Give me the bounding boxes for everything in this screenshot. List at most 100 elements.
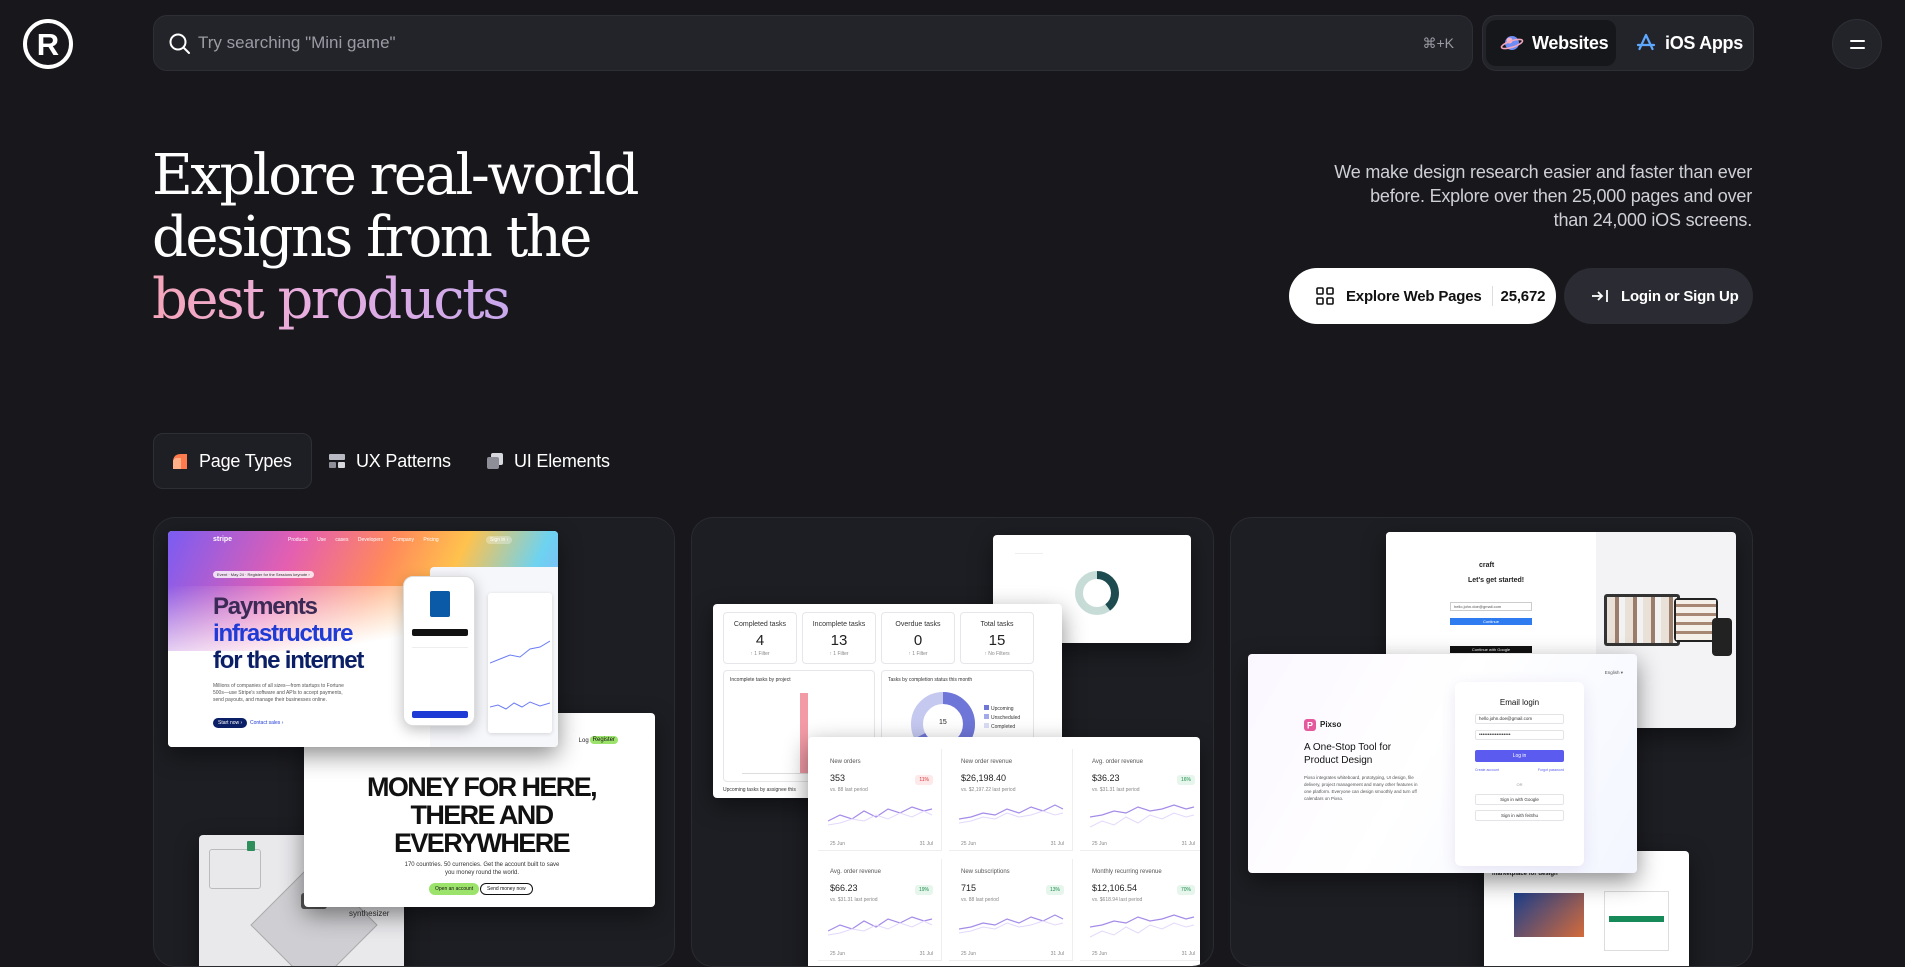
axis-end: 31 Jul [919, 841, 933, 847]
language-select[interactable]: English ▾ [1605, 670, 1623, 676]
design-card-pixso[interactable]: craft Let's get started! hello.john.doe@… [1230, 517, 1753, 967]
feishu-signin-button[interactable]: Sign in with feiShu [1475, 810, 1564, 821]
google-signin-button[interactable]: Sign in with Google [1475, 794, 1564, 805]
metric-value: $36.23 [1092, 773, 1120, 783]
page-types-icon [173, 454, 187, 469]
metric-label: Monthly recurring revenue [1092, 869, 1162, 875]
nav-item[interactable]: Use cases [317, 537, 348, 543]
login-signup-button[interactable]: Login or Sign Up [1564, 268, 1753, 324]
explore-label: Explore Web Pages [1346, 287, 1482, 305]
product-image [430, 591, 450, 617]
menu-button[interactable] [1832, 19, 1882, 69]
stat-value: 13 [830, 632, 848, 649]
pixso-password-field[interactable]: •••••••••••••••••• [1475, 730, 1564, 740]
metric-sub: vs. 88 last period [830, 787, 868, 793]
metric-value: $12,106.54 [1092, 883, 1138, 893]
legend-item: Upcoming [984, 705, 1020, 714]
websites-toggle[interactable]: Websites [1486, 20, 1616, 66]
chart-title: Tasks by completion status this month [888, 677, 973, 683]
nav-item[interactable]: Pricing [423, 537, 438, 543]
metric-axis: 25 Jun 31 Jul [830, 951, 933, 957]
ios-apps-toggle[interactable]: iOS Apps [1621, 20, 1751, 66]
device-screen [1676, 600, 1716, 640]
pixso-email-field[interactable]: hello.john.doe@gmail.com [1475, 714, 1564, 724]
axis-start: 25 Jun [830, 951, 846, 957]
metric-badge: 70% [1176, 885, 1195, 895]
metric-sub: vs. $2,197.22 last period [961, 787, 1016, 793]
design-card-stripe[interactable]: synthesizer Log in Register MONEY FOR HE… [153, 517, 675, 967]
metric-value: 715 [961, 883, 977, 893]
metric-card: Avg. order revenue $36.23 vs. $31.31 last … [1080, 749, 1200, 851]
hero-title-line-2: designs from the [152, 205, 592, 270]
search-input[interactable] [198, 16, 1318, 70]
axis-start: 25 Jun [961, 951, 977, 957]
stripe-logo: stripe [213, 536, 233, 543]
tab-ux-patterns[interactable]: UX Patterns [328, 433, 468, 489]
axis-end: 31 Jul [919, 951, 933, 957]
metric-sub: vs. 88 last period [961, 897, 999, 903]
craft-continue[interactable]: Continue [1450, 618, 1532, 625]
stat-card: Overdue tasks 0 ↑ 1 Filter [881, 612, 955, 664]
metric-axis: 25 Jun 31 Jul [1092, 841, 1195, 847]
stripe-headline-1: Payments [213, 593, 318, 620]
payment-form [412, 647, 468, 707]
nav-item[interactable]: Developers [358, 537, 383, 543]
nav-item[interactable]: Products [288, 537, 308, 543]
send-money-button[interactable]: Send money now [480, 883, 533, 895]
metric-card: New orders 353 vs. 88 last period 11% 25 Jun… [818, 749, 942, 851]
metric-axis: 25 Jun 31 Jul [1092, 951, 1195, 957]
login-panel: Email login hello.john.doe@gmail.com •••… [1455, 682, 1584, 866]
legend-swatch [984, 714, 989, 719]
search-shortcut: ⌘+K [1422, 35, 1454, 51]
metric-value: $26,198.40 [961, 773, 1007, 783]
stat-sub: ↑ No Filters [984, 651, 1010, 657]
donut-legend: Upcoming Unscheduled Completed [984, 705, 1020, 732]
sparkline-icon [828, 806, 933, 826]
app-store-icon [1636, 33, 1656, 51]
axis-start: 25 Jun [961, 841, 977, 847]
stat-label: Completed tasks [733, 621, 787, 628]
stripe-signin[interactable]: Sign in › [486, 536, 513, 544]
stripe-phone-mockup [403, 576, 475, 726]
explore-web-pages-button[interactable]: Explore Web Pages 25,672 [1289, 268, 1556, 324]
metric-badge: 13% [1045, 885, 1064, 895]
create-account-link[interactable]: Create account [1475, 768, 1499, 772]
craft-google[interactable]: Continue with Google [1450, 646, 1532, 653]
login-icon [1592, 290, 1608, 302]
hero-description: We make design research easier and faste… [1334, 162, 1752, 230]
logo[interactable]: R [23, 19, 73, 69]
money-nav-register: Register [589, 736, 618, 744]
nav-item[interactable]: Company [393, 537, 414, 543]
stripe-announcement[interactable]: Event · May 24 · Register for the Sessio… [213, 571, 314, 578]
marketplace-image [1514, 893, 1584, 937]
forgot-password-link[interactable]: Forgot password [1538, 768, 1564, 772]
menu-icon [1850, 40, 1865, 42]
metric-axis: 25 Jun 31 Jul [830, 841, 933, 847]
craft-email[interactable]: hello.john.doe@gmail.com [1450, 602, 1532, 611]
open-account-button[interactable]: Open an account [429, 883, 480, 895]
legend-item: Unscheduled [984, 714, 1020, 723]
tab-ui-elements[interactable]: UI Elements [486, 433, 626, 489]
pixso-login-button[interactable]: Log in [1475, 750, 1564, 762]
sparkline-icon [490, 640, 550, 664]
design-card-dashboard[interactable]: Completed tasks 4 ↑ 1 Filter Incomplete … [691, 517, 1214, 967]
stat-value: 4 [755, 632, 765, 649]
tab-page-types[interactable]: Page Types [153, 433, 312, 489]
stripe-start-button[interactable]: Start now › [213, 718, 248, 728]
hero-title-highlight: best products [152, 267, 511, 332]
donut-chart [1075, 571, 1119, 615]
legend-swatch [984, 705, 989, 710]
metric-label: New subscriptions [961, 869, 1010, 875]
tab-label: UI Elements [514, 450, 610, 471]
stat-card: Incomplete tasks 13 ↑ 1 Filter [802, 612, 876, 664]
metric-value: 353 [830, 773, 846, 783]
legend-left [1015, 553, 1043, 573]
stripe-contact-link[interactable]: Contact sales › [250, 720, 283, 726]
form-button [1609, 916, 1664, 922]
stripe-screenshot: stripe Products Use cases Developers Com… [168, 531, 558, 747]
pixso-screenshot: P Pixso A One-Stop Tool for Product Desi… [1248, 654, 1637, 873]
search-bar[interactable]: ⌘+K [153, 15, 1473, 71]
metric-label: New order revenue [961, 759, 1013, 765]
sparkline-icon [959, 804, 1064, 824]
ui-elements-icon [487, 453, 503, 469]
